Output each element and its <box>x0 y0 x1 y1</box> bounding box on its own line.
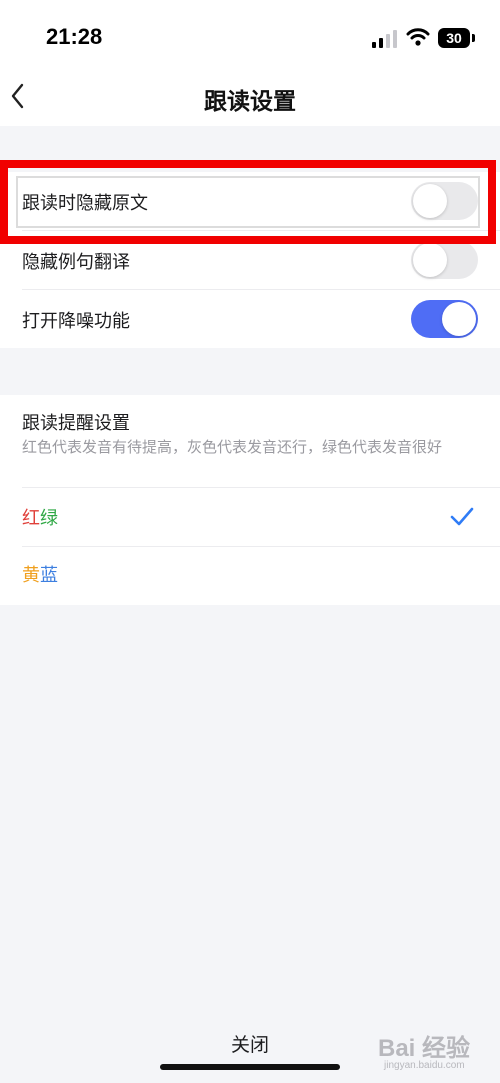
option-color-green: 绿 <box>40 508 58 529</box>
wifi-icon <box>406 28 430 46</box>
hide-original-toggle[interactable] <box>411 182 478 220</box>
setting-row-noise-reduction: 打开降噪功能 <box>0 290 500 348</box>
toggle-knob <box>413 184 447 218</box>
setting-row-hide-original: 跟读时隐藏原文 <box>0 172 500 230</box>
watermark-main: Bai 经验 <box>378 1035 471 1062</box>
battery-tip <box>472 34 475 42</box>
toggle-settings-card: 跟读时隐藏原文 隐藏例句翻译 打开降噪功能 <box>0 172 500 348</box>
signal-icon <box>372 30 398 48</box>
status-time: 21:28 <box>46 24 103 49</box>
home-indicator <box>160 1064 340 1070</box>
option-color-yellow: 黄 <box>22 565 40 586</box>
option-label: 黄蓝 <box>22 561 58 587</box>
page-title: 跟读设置 <box>204 89 296 115</box>
option-color-blue: 蓝 <box>40 565 58 586</box>
setting-label: 打开降噪功能 <box>22 311 130 332</box>
reminder-settings-card: 跟读提醒设置 红色代表发音有待提高，灰色代表发音还行，绿色代表发音很好 红绿 黄… <box>0 395 500 605</box>
setting-label: 隐藏例句翻译 <box>22 252 130 273</box>
setting-row-hide-translation: 隐藏例句翻译 <box>0 231 500 289</box>
option-label: 红绿 <box>22 504 58 530</box>
nav-bar: 跟读设置 <box>0 80 500 126</box>
noise-reduction-toggle[interactable] <box>411 300 478 338</box>
section-title: 跟读提醒设置 <box>22 413 130 434</box>
battery-icon: 30 <box>438 28 470 48</box>
checkmark-icon <box>450 507 474 526</box>
status-bar: 21:28 30 <box>0 0 500 80</box>
section-description: 红色代表发音有待提高，灰色代表发音还行，绿色代表发音很好 <box>22 438 443 456</box>
hide-translation-toggle[interactable] <box>411 241 478 279</box>
toggle-knob <box>442 302 476 336</box>
toggle-knob <box>413 243 447 277</box>
baidu-watermark: Bai 经验 jingyan.baidu.com <box>378 1028 496 1080</box>
option-red-green[interactable]: 红绿 <box>0 488 500 546</box>
option-color-red: 红 <box>22 508 40 529</box>
watermark-sub: jingyan.baidu.com <box>384 1060 465 1071</box>
option-yellow-blue[interactable]: 黄蓝 <box>0 547 500 605</box>
setting-label: 跟读时隐藏原文 <box>22 193 148 214</box>
